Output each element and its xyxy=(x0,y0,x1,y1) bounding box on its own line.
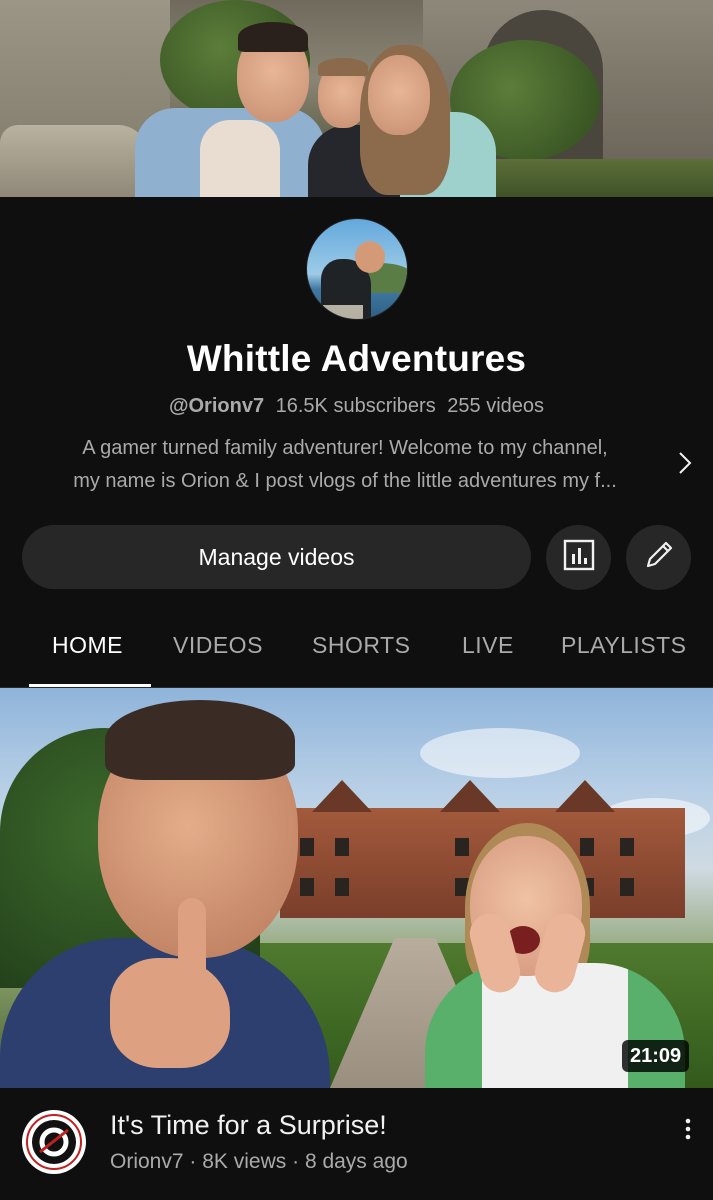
analytics-button[interactable] xyxy=(546,525,611,590)
channel-handle: @Orionv7 xyxy=(168,395,265,417)
channel-logo-icon xyxy=(26,1114,82,1170)
channel-meta: @Orionv7 16.5K subscribers 255 videos xyxy=(0,395,713,418)
banner-rock xyxy=(0,125,148,197)
video-views: 8K views xyxy=(202,1150,287,1173)
video-channel-name[interactable]: Orionv7 xyxy=(110,1150,184,1173)
description-line-1: A gamer turned family adventurer! Welcom… xyxy=(82,437,608,459)
video-channel-avatar[interactable] xyxy=(22,1110,86,1174)
tab-live[interactable]: LIVE xyxy=(462,632,514,659)
channel-description[interactable]: A gamer turned family adventurer! Welcom… xyxy=(20,432,670,498)
channel-name: Whittle Adventures xyxy=(186,338,527,379)
tab-playlists[interactable]: PLAYLISTS xyxy=(561,632,687,659)
video-title[interactable]: It's Time for a Surprise! xyxy=(110,1110,387,1141)
channel-banner xyxy=(0,0,713,197)
video-count: 255 videos xyxy=(447,395,545,417)
tab-videos[interactable]: VIDEOS xyxy=(173,632,263,659)
manage-videos-button[interactable]: Manage videos xyxy=(22,525,531,589)
pencil-icon xyxy=(642,538,676,577)
edit-channel-button[interactable] xyxy=(626,525,691,590)
video-metadata: Orionv7 · 8K views · 8 days ago xyxy=(110,1150,408,1173)
video-age: 8 days ago xyxy=(304,1150,408,1173)
subscriber-count: 16.5K subscribers xyxy=(275,395,436,417)
banner-grass xyxy=(483,159,713,197)
video-duration-badge: 21:09 xyxy=(622,1040,690,1072)
analytics-icon xyxy=(563,539,595,576)
active-tab-indicator xyxy=(29,684,151,687)
tab-home[interactable]: HOME xyxy=(52,632,123,659)
description-line-2: my name is Orion & I post vlogs of the l… xyxy=(73,470,617,492)
featured-video-thumbnail[interactable] xyxy=(0,688,713,1088)
channel-avatar[interactable] xyxy=(306,218,408,320)
more-vert-icon[interactable] xyxy=(676,1114,700,1144)
tab-shorts[interactable]: SHORTS xyxy=(312,632,410,659)
chevron-right-icon[interactable] xyxy=(672,448,698,478)
channel-tabs: HOME VIDEOS SHORTS LIVE PLAYLISTS xyxy=(0,610,713,688)
